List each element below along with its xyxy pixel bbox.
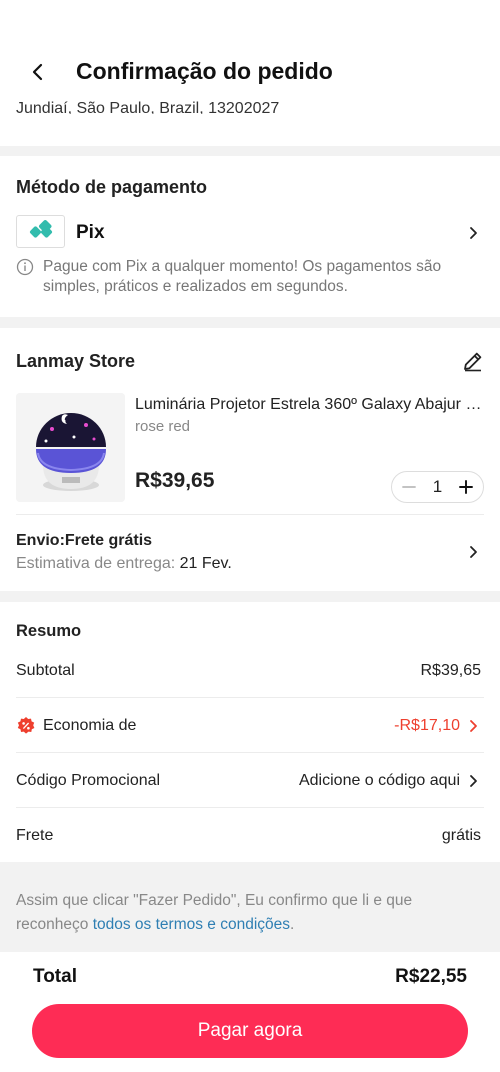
section-divider [0,317,500,328]
quantity-stepper: 1 [391,471,484,503]
product-price: R$39,65 [135,469,215,492]
chevron-left-icon [32,63,43,81]
back-button[interactable] [24,58,52,86]
product-variant: rose red [135,418,191,435]
star-projector-lamp-image [16,393,125,502]
chevron-right-icon[interactable] [467,545,479,559]
terms-text-end: . [290,916,295,933]
payment-method-label[interactable]: Pix [76,222,105,244]
subtotal-value: R$39,65 [420,662,482,679]
quantity-value: 1 [432,477,443,496]
increase-button[interactable] [457,478,475,496]
shipping-address[interactable]: Jundiaí, São Paulo, Brazil, 13202027 [16,98,486,114]
info-icon [16,258,34,276]
minus-icon [402,486,416,488]
terms-link[interactable]: todos os termos e condições [93,916,290,933]
savings-value[interactable]: -R$17,10 [394,717,460,735]
add-promo-code-link[interactable]: Adicione o código aqui [299,772,460,790]
payment-section-title: Método de pagamento [16,177,208,197]
pay-now-button[interactable]: Pagar agora [32,1004,468,1058]
promo-code-label: Código Promocional [16,772,161,789]
chevron-right-icon[interactable] [467,719,479,733]
subtotal-label: Subtotal [16,662,75,679]
delivery-estimate: Estimativa de entrega: 21 Fev. [16,555,232,573]
product-name[interactable]: Luminária Projetor Estrela 360º Galaxy A… [135,396,485,414]
summary-title: Resumo [16,622,82,640]
savings-label: Economia de [43,717,137,734]
chevron-right-icon[interactable] [467,774,479,788]
product-image[interactable] [16,393,125,502]
payment-note: Pague com Pix a qualquer momento! Os pag… [43,258,442,295]
header-bar: Confirmação do pedido [0,0,500,100]
pix-icon [29,219,52,238]
section-divider [0,146,500,156]
divider [16,514,484,515]
total-label: Total [33,966,77,987]
divider [16,752,484,753]
decrease-button[interactable] [400,478,418,496]
divider [16,807,484,808]
delivery-estimate-date: 21 Fev. [179,555,232,572]
divider [16,697,484,698]
terms-text: Assim que clicar "Fazer Pedido", Eu conf… [16,889,476,937]
chevron-right-icon[interactable] [467,226,479,240]
plus-icon [459,480,473,494]
page-title: Confirmação do pedido [76,58,333,84]
section-divider [0,591,500,602]
shipping-fee-value: grátis [441,827,481,844]
shipping-fee-label: Frete [16,827,54,844]
shipping-method[interactable]: Envio:Frete grátis [16,532,152,550]
pix-logo [16,215,65,248]
delivery-estimate-label: Estimativa de entrega: [16,555,180,572]
store-name: Lanmay Store [16,351,136,371]
pencil-edit-icon[interactable] [461,349,485,373]
discount-percent-icon [17,717,35,734]
total-value: R$22,55 [395,966,467,987]
